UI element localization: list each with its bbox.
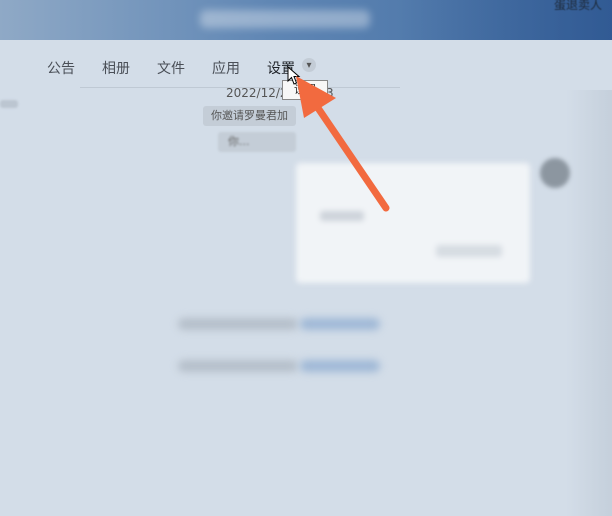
tab-files[interactable]: 文件 [157,58,185,78]
blurred-card-button [436,245,502,257]
right-panel-edge [566,90,612,516]
chat-date-prefix: 2022/12/2 [226,86,288,100]
blurred-text-line [178,360,298,372]
blurred-link [300,360,380,372]
mouse-pointer-icon [287,66,301,85]
blurred-text-line [178,318,298,330]
left-edge-element [0,100,18,108]
window-title-blurred [200,10,370,28]
blurred-message-card [296,163,530,283]
blurred-card-line [320,211,364,221]
blurred-link [300,318,380,330]
chevron-down-icon[interactable]: ▾ [302,58,316,72]
window-titlebar: 蛋退卖人 [0,0,612,40]
system-notice-2: 你... [218,132,296,152]
tab-album[interactable]: 相册 [102,58,130,78]
titlebar-right-text: 蛋退卖人 [553,0,602,12]
system-notice: 你邀请罗曼君加 [203,106,296,126]
tab-announcement[interactable]: 公告 [47,58,75,78]
tab-apps[interactable]: 应用 [212,58,240,78]
